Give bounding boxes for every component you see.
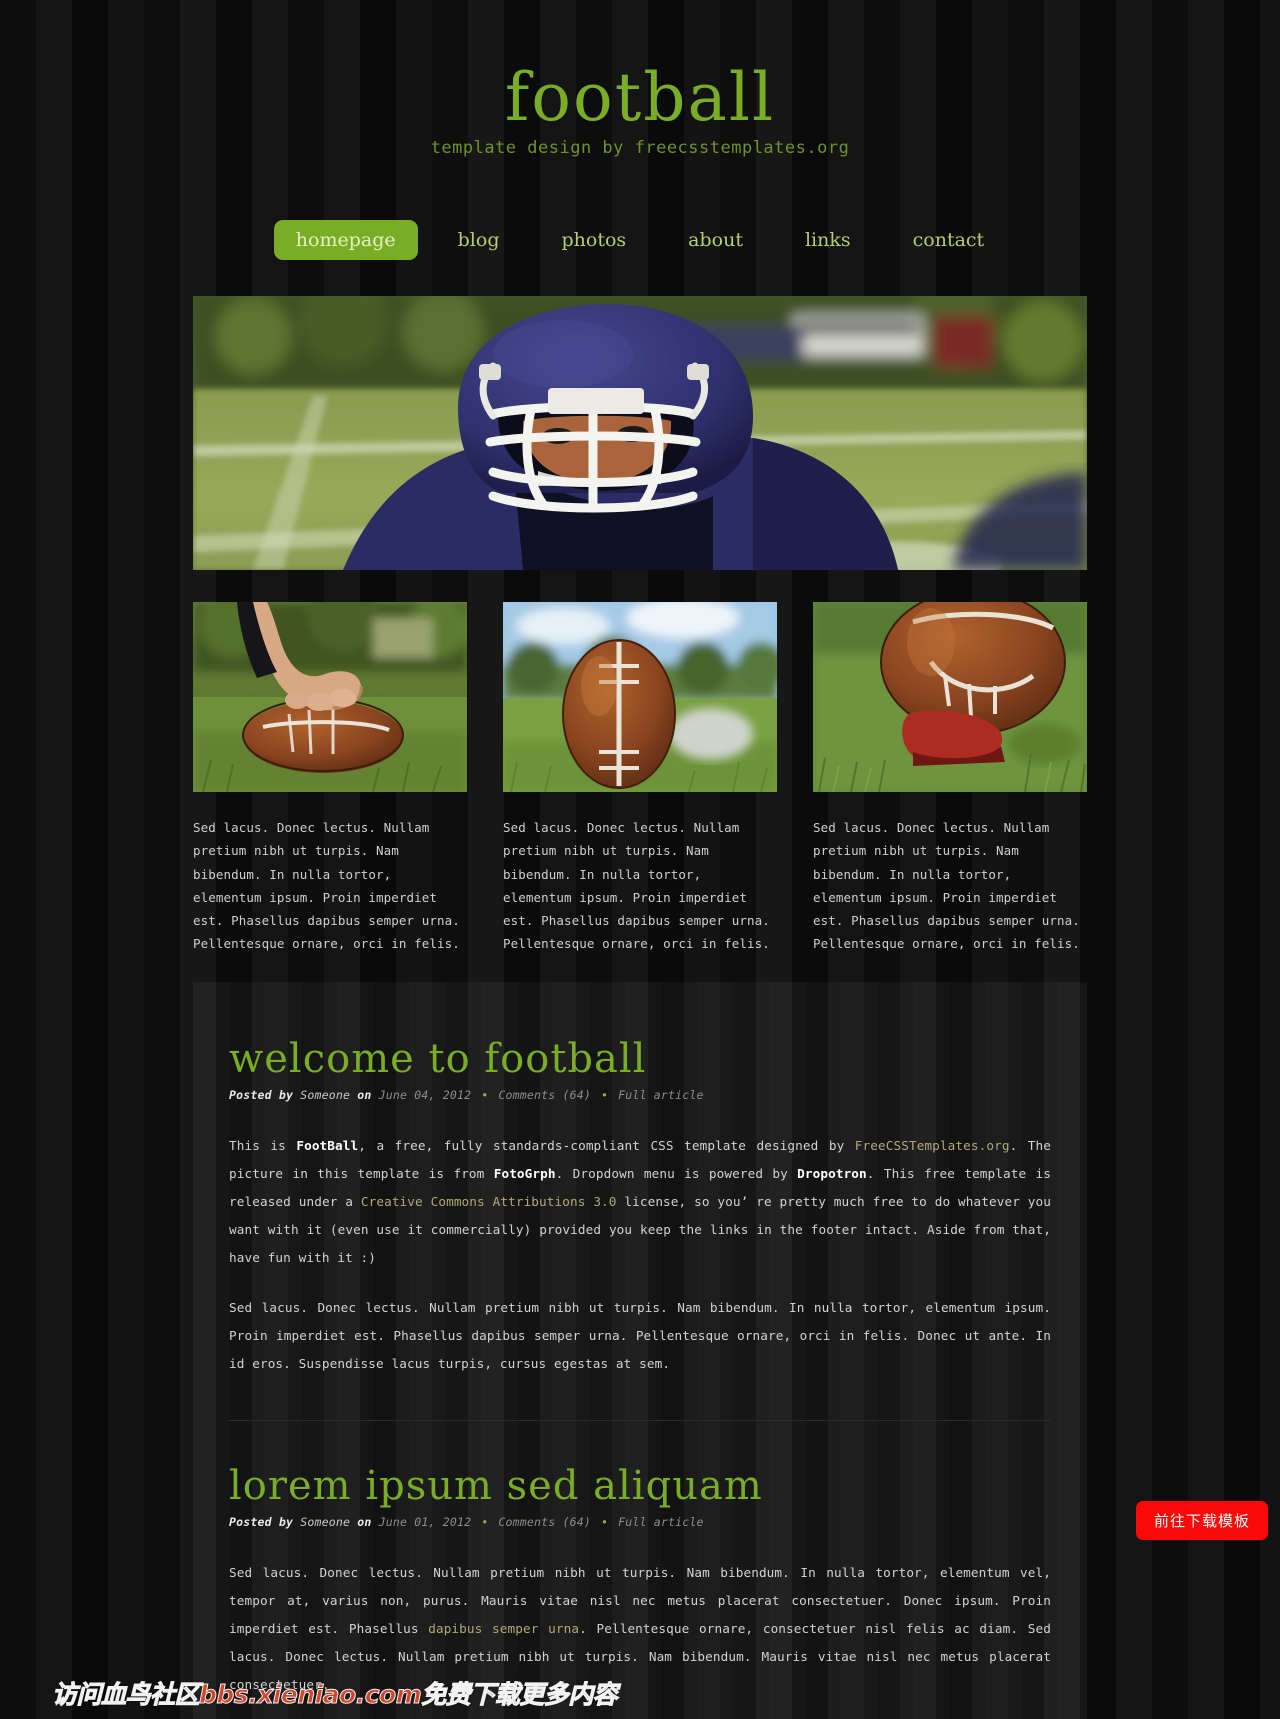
main-content: welcome to football Posted by Someone on … [193,981,1087,1719]
inline-link[interactable]: Creative Commons Attributions 3.0 [361,1194,617,1209]
emphasis-text: Dropotron [797,1165,867,1181]
post-author[interactable]: Someone [300,1088,350,1102]
hero-photo-football-player [193,296,1087,570]
on-label: on [357,1514,372,1529]
feature-column-text: Sed lacus. Donec lectus. Nullam pretium … [503,820,770,952]
thumbnail-image-2[interactable] [503,602,777,792]
post-meta: Posted by Someone on June 04, 2012 • Comme… [229,1088,1051,1102]
posted-by-label: Posted by [229,1087,294,1102]
body-text: Sed lacus. Donec lectus. Nullam pretium … [229,1299,1051,1371]
post-paragraph: Sed lacus. Donec lectus. Nullam pretium … [229,1294,1051,1378]
nav-item-contact[interactable]: contact [891,220,1007,260]
hero-image [193,296,1087,570]
feature-columns: Sed lacus. Donec lectus. Nullam pretium … [193,602,1087,956]
posted-by-label: Posted by [229,1514,294,1529]
feature-column: Sed lacus. Donec lectus. Nullam pretium … [503,602,777,956]
post-title[interactable]: lorem ipsum sed aliquam [229,1463,1051,1509]
site-watermark: 访问血鸟社区bbs.xieniao.com免费下载更多内容 [51,1680,618,1710]
feature-column-text: Sed lacus. Donec lectus. Nullam pretium … [193,820,460,952]
download-template-button[interactable]: 前往下载模板 [1135,1501,1268,1540]
thumbnail-image-3[interactable] [813,602,1087,792]
inline-link[interactable]: FreeCSSTemplates.org [855,1138,1010,1153]
feature-column-text: Sed lacus. Donec lectus. Nullam pretium … [813,820,1080,952]
post-body: This is FootBall, a free, fully standard… [229,1132,1051,1378]
main-navigation: homepage blog photos about links contact [0,220,1280,260]
emphasis-text: FootBall [296,1137,359,1153]
meta-separator-icon: • [600,1514,609,1529]
blog-post: welcome to football Posted by Someone on … [229,1036,1051,1378]
meta-separator-icon: • [600,1087,609,1102]
post-paragraph: This is FootBall, a free, fully standard… [229,1132,1051,1272]
feature-column: Sed lacus. Donec lectus. Nullam pretium … [813,602,1087,956]
emphasis-text: FotoGrph [493,1165,556,1181]
post-date: June 01, 2012 [378,1514,472,1529]
body-text: . Dropdown menu is powered by [555,1165,798,1181]
site-tagline: template design by freecsstemplates.org [430,138,850,158]
nav-item-photos[interactable]: photos [539,220,648,260]
nav-item-homepage[interactable]: homepage [273,220,418,260]
meta-separator-icon: • [481,1514,489,1529]
post-date: June 04, 2012 [378,1087,472,1102]
blog-post: lorem ipsum sed aliquam Posted by Someone… [229,1419,1051,1699]
post-comments-link[interactable]: Comments (64) [498,1515,591,1529]
nav-item-links[interactable]: links [783,220,873,260]
feature-column: Sed lacus. Donec lectus. Nullam pretium … [193,602,467,956]
inline-link[interactable]: dapibus semper urna [428,1621,579,1636]
nav-item-blog[interactable]: blog [436,220,522,260]
nav-item-about[interactable]: about [666,220,765,260]
meta-separator-icon: • [481,1087,489,1102]
site-header: football template design by freecsstempl… [0,0,1280,159]
page-title: football [504,59,776,136]
thumbnail-image-1[interactable] [193,602,467,792]
post-meta: Posted by Someone on June 01, 2012 • Comme… [229,1515,1051,1529]
post-author[interactable]: Someone [300,1515,350,1529]
body-text: , a free, fully standards-compliant CSS … [358,1137,855,1153]
page-root: football template design by freecsstempl… [0,0,1280,1719]
post-comments-link[interactable]: Comments (64) [498,1088,591,1102]
post-title[interactable]: welcome to football [229,1036,1051,1082]
body-text: This is [229,1137,297,1153]
on-label: on [357,1087,372,1102]
post-full-article-link[interactable]: Full article [618,1088,703,1102]
post-full-article-link[interactable]: Full article [618,1515,703,1529]
